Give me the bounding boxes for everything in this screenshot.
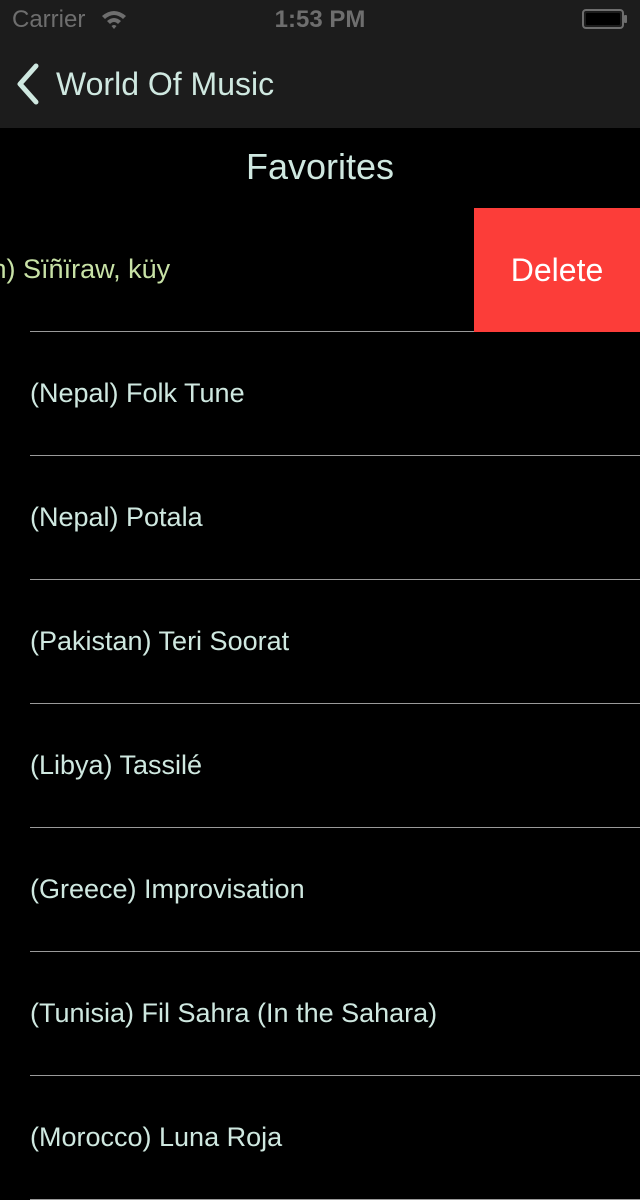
list-item[interactable]: (Nepal) Potala (0, 456, 640, 580)
page-title: Favorites (245, 146, 395, 187)
delete-button[interactable]: Delete (474, 208, 640, 332)
list-item[interactable]: (Libya) Tassilé (0, 704, 640, 828)
list-item-label: (Nepal) Potala (30, 502, 203, 532)
list-item[interactable]: (Morocco) Luna Roja (0, 1076, 640, 1200)
chevron-left-icon (17, 63, 39, 105)
list-item[interactable]: (Greece) Improvisation (0, 828, 640, 952)
status-time: 1:53 PM (274, 6, 366, 33)
list-item-swiped[interactable]: (Uzbekistan) Sïñïraw, küy Delete (0, 208, 640, 332)
favorites-list: (Uzbekistan) Sïñïraw, küy Delete (Nepal)… (0, 208, 640, 1200)
list-item-label: (Nepal) Folk Tune (30, 378, 245, 408)
back-button-label: World Of Music (56, 65, 275, 102)
back-button[interactable]: World Of Music (14, 62, 274, 106)
battery-icon (582, 9, 627, 29)
navigation-bar: World Of Music (0, 40, 640, 128)
list-item[interactable]: (Pakistan) Teri Soorat (0, 580, 640, 704)
list-item[interactable]: (Nepal) Folk Tune (0, 332, 640, 456)
list-item-label: (Pakistan) Teri Soorat (30, 626, 290, 656)
status-bar: Carrier 1:53 PM (0, 0, 640, 40)
list-item-label: (Morocco) Luna Roja (30, 1122, 283, 1152)
list-item-label: (Libya) Tassilé (30, 750, 203, 780)
list-item-label: (Uzbekistan) Sïñïraw, küy (0, 254, 171, 284)
list-item[interactable]: (Tunisia) Fil Sahra (In the Sahara) (0, 952, 640, 1076)
list-item-label: (Tunisia) Fil Sahra (In the Sahara) (30, 998, 438, 1028)
list-item-label: (Greece) Improvisation (30, 874, 305, 904)
